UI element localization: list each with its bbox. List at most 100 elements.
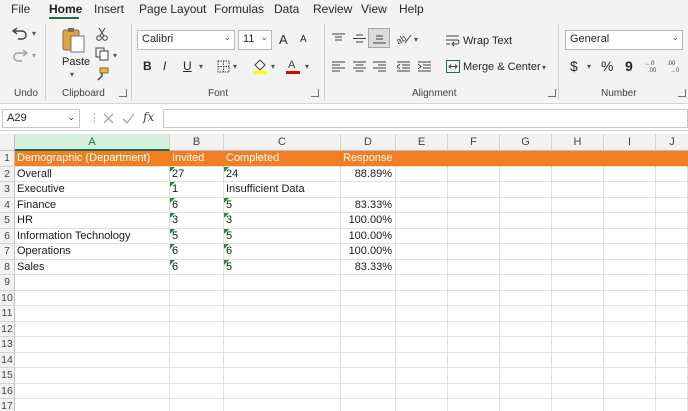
empty-cell[interactable] [500,213,552,229]
empty-cell[interactable] [500,259,552,275]
table-cell[interactable]: Insufficient Data [224,182,341,198]
table-cell[interactable]: 100.00% [341,228,396,244]
row-header[interactable]: 10 [0,290,15,306]
tab-insert[interactable]: Insert [94,2,124,16]
table-cell[interactable]: Executive [15,182,170,198]
empty-cell[interactable] [448,306,500,322]
tab-help[interactable]: Help [399,2,424,16]
table-cell[interactable]: 88.89% [341,166,396,182]
increase-indent-icon[interactable] [417,60,431,72]
empty-cell[interactable] [448,290,500,306]
row-header[interactable]: 16 [0,383,15,399]
paste-icon[interactable] [60,26,86,54]
empty-cell[interactable] [448,275,500,291]
table-cell[interactable]: 5 [224,197,341,213]
undo-icon[interactable] [11,24,29,42]
wrap-text-icon[interactable] [446,33,460,47]
empty-cell[interactable] [604,352,656,368]
empty-cell[interactable] [15,275,170,291]
column-header-i[interactable]: I [604,134,656,151]
header-fill-cell[interactable] [604,151,656,167]
empty-cell[interactable] [552,213,604,229]
empty-cell[interactable] [341,290,396,306]
underline-button[interactable]: U [183,59,192,73]
font-color-icon[interactable]: A [285,57,301,75]
empty-cell[interactable] [604,228,656,244]
italic-button[interactable]: I [163,59,166,73]
empty-cell[interactable] [448,368,500,384]
empty-cell[interactable] [656,197,688,213]
font-name-select[interactable]: Calibri ⌄ [137,30,235,50]
row-header[interactable]: 7 [0,244,15,260]
table-cell[interactable]: 83.33% [341,197,396,213]
borders-dropdown-icon[interactable]: ▾ [233,62,237,71]
empty-cell[interactable] [656,352,688,368]
empty-cell[interactable] [341,306,396,322]
empty-cell[interactable] [448,166,500,182]
empty-cell[interactable] [604,383,656,399]
table-cell[interactable]: Operations [15,244,170,260]
empty-cell[interactable] [396,337,448,353]
empty-cell[interactable] [552,244,604,260]
column-header-j[interactable]: J [656,134,688,151]
currency-dropdown-icon[interactable]: ▾ [587,62,591,71]
empty-cell[interactable] [656,321,688,337]
empty-cell[interactable] [656,275,688,291]
number-launcher-icon[interactable] [678,89,686,97]
tab-home[interactable]: Home [49,2,82,16]
empty-cell[interactable] [604,244,656,260]
row-header[interactable]: 14 [0,352,15,368]
empty-cell[interactable] [341,352,396,368]
table-cell[interactable]: Sales [15,259,170,275]
align-right-icon[interactable] [372,60,386,72]
empty-cell[interactable] [604,306,656,322]
empty-cell[interactable] [224,321,341,337]
empty-cell[interactable] [448,352,500,368]
percent-button[interactable]: % [601,58,613,74]
empty-cell[interactable] [341,321,396,337]
empty-cell[interactable] [341,368,396,384]
empty-cell[interactable] [15,290,170,306]
column-header-a[interactable]: A [15,134,170,151]
row-header[interactable]: 13 [0,337,15,353]
empty-cell[interactable] [500,306,552,322]
table-cell[interactable]: 100.00% [341,213,396,229]
empty-cell[interactable] [604,182,656,198]
empty-cell[interactable] [500,383,552,399]
number-format-select[interactable]: General ⌄ [565,30,683,50]
row-header[interactable]: 3 [0,182,15,198]
row-header[interactable]: 15 [0,368,15,384]
font-size-select[interactable]: 11 ⌄ [238,30,272,50]
empty-cell[interactable] [170,290,224,306]
empty-cell[interactable] [604,321,656,337]
cut-icon[interactable] [94,26,110,42]
empty-cell[interactable] [500,166,552,182]
font-color-dropdown-icon[interactable]: ▾ [305,62,309,71]
empty-cell[interactable] [396,182,448,198]
empty-cell[interactable] [448,259,500,275]
empty-cell[interactable] [656,228,688,244]
align-top-icon[interactable] [331,32,345,44]
empty-cell[interactable] [656,383,688,399]
empty-cell[interactable] [170,352,224,368]
empty-cell[interactable] [15,383,170,399]
empty-cell[interactable] [552,383,604,399]
table-cell[interactable]: 6 [170,259,224,275]
empty-cell[interactable] [500,228,552,244]
borders-icon[interactable] [216,59,230,73]
table-cell[interactable]: 5 [224,228,341,244]
empty-cell[interactable] [396,321,448,337]
empty-cell[interactable] [656,337,688,353]
column-header-c[interactable]: C [224,134,341,151]
empty-cell[interactable] [500,321,552,337]
empty-cell[interactable] [552,321,604,337]
empty-cell[interactable] [604,166,656,182]
enter-icon[interactable] [121,112,135,125]
empty-cell[interactable] [500,197,552,213]
empty-cell[interactable] [656,290,688,306]
empty-cell[interactable] [500,399,552,411]
tab-page-layout[interactable]: Page Layout [139,2,206,16]
empty-cell[interactable] [396,383,448,399]
empty-cell[interactable] [656,306,688,322]
empty-cell[interactable] [341,275,396,291]
